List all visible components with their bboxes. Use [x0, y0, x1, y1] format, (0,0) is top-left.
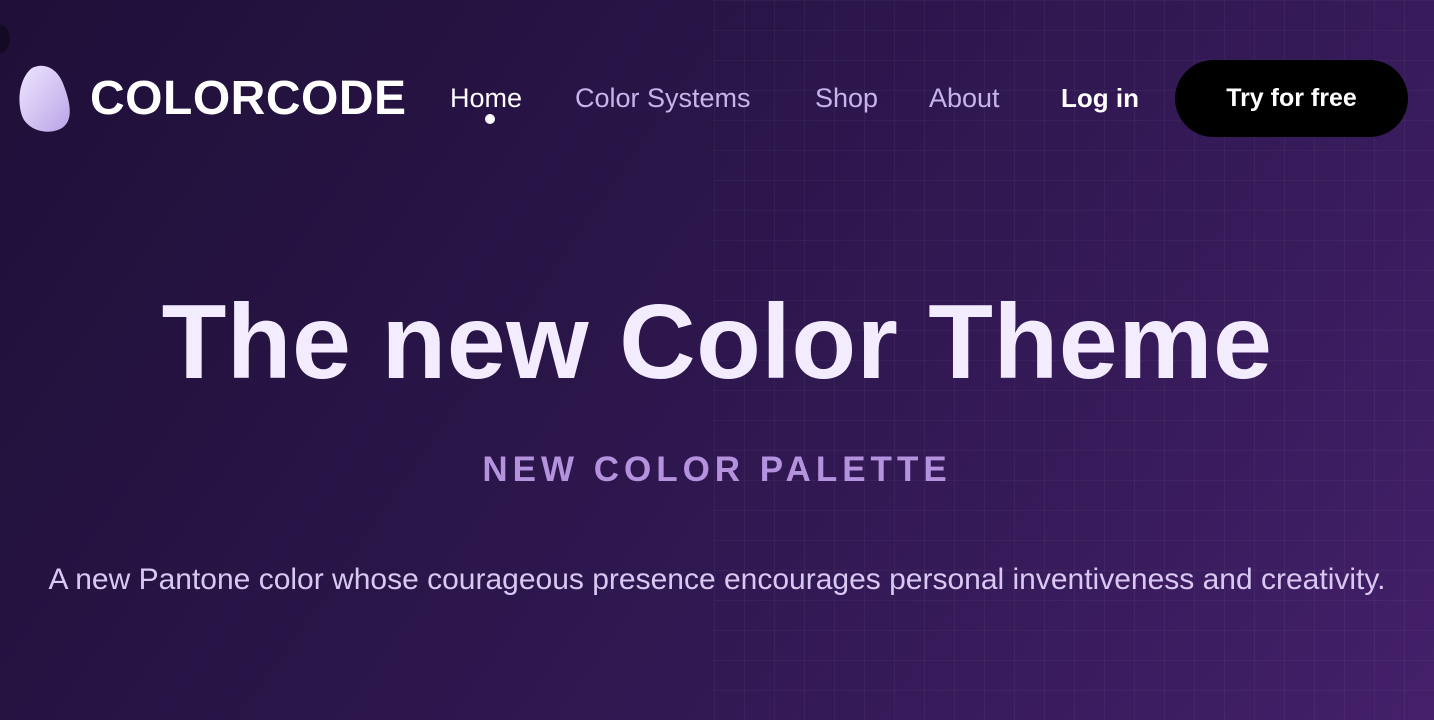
hero-subtitle: NEW COLOR PALETTE [482, 450, 952, 489]
nav-home[interactable]: Home [450, 82, 522, 114]
brand-logo-link[interactable]: COLORCODE [18, 64, 407, 134]
active-nav-indicator [485, 114, 495, 124]
corner-decoration [0, 24, 10, 54]
nav-about[interactable]: About [929, 82, 1000, 114]
blob-logo-icon [18, 64, 72, 134]
try-for-free-button[interactable]: Try for free [1175, 60, 1408, 137]
nav-color-systems[interactable]: Color Systems [575, 82, 751, 114]
hero-description: A new Pantone color whose courageous pre… [48, 563, 1386, 596]
hero-title: The new Color Theme [161, 283, 1273, 401]
login-link[interactable]: Log in [1061, 82, 1139, 114]
nav-shop[interactable]: Shop [815, 82, 878, 114]
brand-name: COLORCODE [90, 72, 407, 125]
